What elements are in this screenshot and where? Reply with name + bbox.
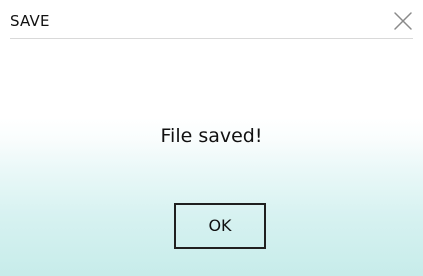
ok-button-label: OK: [208, 216, 232, 235]
title-bar: SAVE: [10, 0, 413, 39]
ok-button[interactable]: OK: [174, 203, 266, 249]
dialog-title: SAVE: [10, 12, 50, 30]
close-button[interactable]: [393, 11, 413, 31]
save-dialog: SAVE File saved! OK: [0, 0, 423, 276]
status-message: File saved!: [160, 125, 263, 147]
close-icon: [393, 11, 413, 31]
